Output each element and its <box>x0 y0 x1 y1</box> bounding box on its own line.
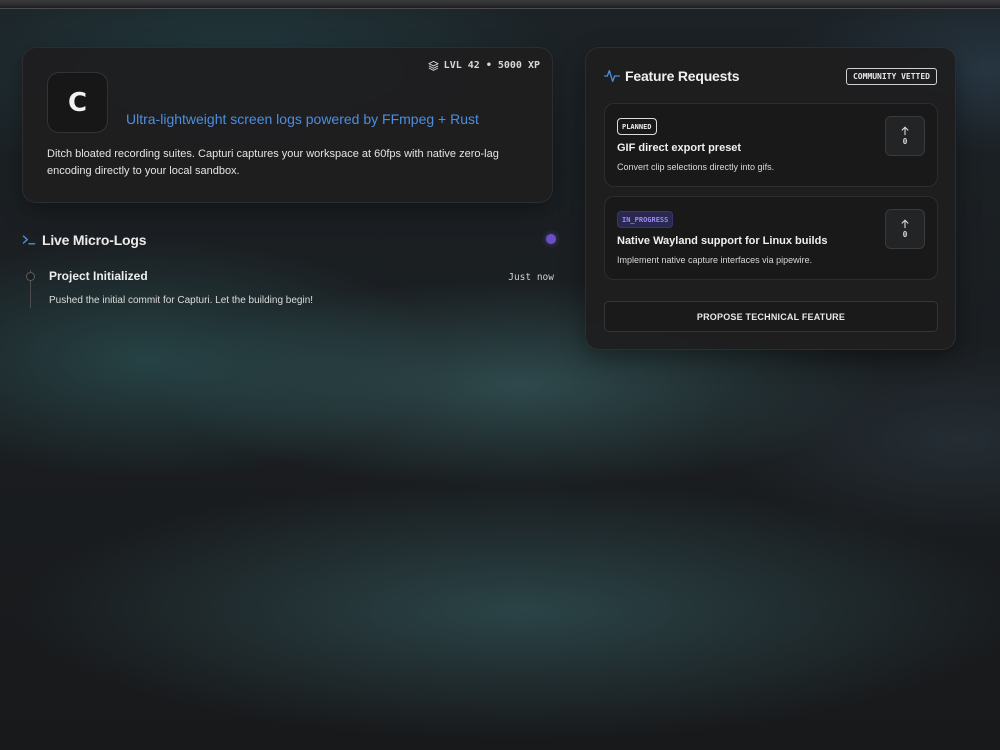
terminal-icon <box>22 235 36 245</box>
hero-tagline: Ultra-lightweight screen logs powered by… <box>126 111 479 127</box>
vote-count: 0 <box>902 230 908 239</box>
upvote-button[interactable]: 0 <box>885 209 925 249</box>
logs-title: Live Micro-Logs <box>42 232 147 248</box>
live-indicator <box>546 234 556 244</box>
layers-icon <box>428 60 439 71</box>
community-vetted-badge: COMMUNITY VETTED <box>845 68 937 85</box>
feature-request-title: GIF direct export preset <box>617 142 742 154</box>
log-item-description: Pushed the initial commit for Capturi. L… <box>49 295 314 306</box>
feature-request-item: PLANNED GIF direct export preset Convert… <box>604 103 938 187</box>
hero-description: Ditch bloated recording suites. Capturi … <box>47 148 499 177</box>
activity-pulse-icon <box>604 69 620 82</box>
feature-requests-title: Feature Requests <box>625 68 740 84</box>
arrow-up-icon <box>901 126 909 136</box>
hero-card: LVL 42 • 5000 XP C Ultra-lightweight scr… <box>22 47 553 203</box>
feature-request-description: Convert clip selections directly into gi… <box>617 162 775 172</box>
feature-request-item: IN_PROGRESS Native Wayland support for L… <box>604 196 938 280</box>
upvote-button[interactable]: 0 <box>885 116 925 156</box>
logo-letter: C <box>67 87 88 118</box>
timeline-node <box>26 272 35 281</box>
propose-feature-button[interactable]: PROPOSE TECHNICAL FEATURE <box>604 301 938 332</box>
feature-request-description: Implement native capture interfaces via … <box>617 255 813 265</box>
feature-request-title: Native Wayland support for Linux builds <box>617 235 828 247</box>
window-top-bar <box>0 0 1000 9</box>
status-badge-in-progress: IN_PROGRESS <box>617 211 674 228</box>
log-item-title: Project Initialized <box>49 269 148 283</box>
status-badge-planned: PLANNED <box>617 118 657 135</box>
arrow-up-icon <box>901 219 909 229</box>
feature-requests-header: Feature Requests <box>604 68 739 84</box>
level-badge: LVL 42 • 5000 XP <box>428 60 540 71</box>
app-logo: C <box>47 72 108 133</box>
level-text: LVL 42 • 5000 XP <box>443 60 540 71</box>
vote-count: 0 <box>902 137 908 146</box>
log-item-time: Just now <box>508 272 554 283</box>
feature-requests-card: Feature Requests COMMUNITY VETTED PLANNE… <box>585 47 956 350</box>
logs-header: Live Micro-Logs <box>22 230 556 250</box>
